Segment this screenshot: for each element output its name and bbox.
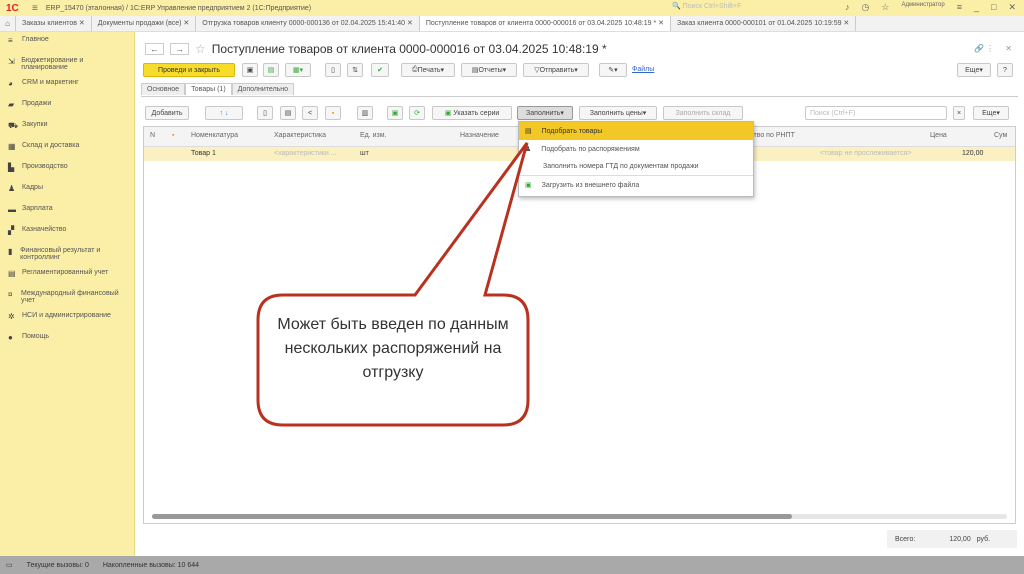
callout-text: Может быть введен по данным нескольких р… [277, 316, 509, 381]
callout-bubble [256, 142, 530, 427]
